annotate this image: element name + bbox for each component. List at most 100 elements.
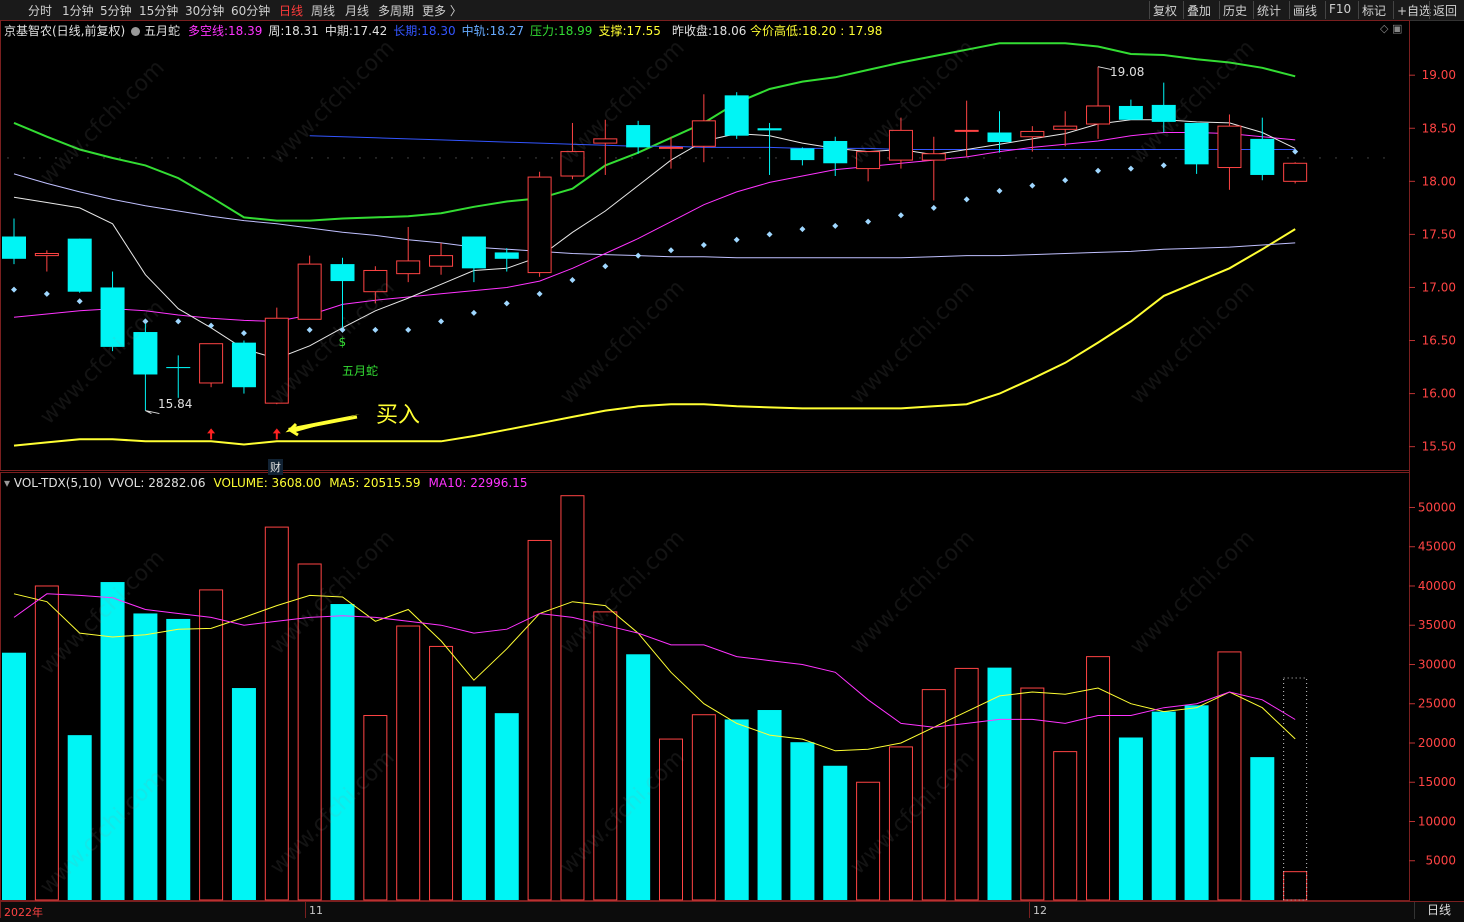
sar-point [832,222,839,229]
volume-bar [823,765,848,900]
volume-tick-label: 20000 [1418,736,1456,750]
grid-dot [1095,157,1097,159]
grid-dot [7,157,9,159]
sar-point [733,236,740,243]
volume-bar [790,742,815,900]
volume-bar [1250,757,1275,900]
volume-bar [67,735,92,900]
indicator-value-0: 多空线:18.39 [188,24,263,38]
candle-body [133,332,158,375]
candle-body [1151,104,1176,122]
volume-indicator-name[interactable]: ▾ VOL-TDX(5,10) [4,476,102,490]
volume-bar [1217,651,1242,901]
low-price-marker [145,410,160,415]
candle-body [790,148,815,161]
indicator-values: 多空线:18.39 周:18.31 中期:17.42 长期:18.30 中轨:18.27… [188,22,667,39]
sar-point [668,247,674,254]
grid-dot [1079,157,1081,159]
sar-point [11,286,17,293]
candle-body [823,140,848,164]
indicator-toggle[interactable]: 五月蛇 [131,22,180,39]
sar-point [1095,167,1102,174]
grid-dot [391,157,393,159]
pressure-line [13,42,1296,222]
volume-bar [954,667,979,901]
grid-dot [1319,157,1321,159]
buy-arrow-head-icon [288,414,360,433]
today-hilo-value: 18.20 : 17.98 [802,24,883,38]
candle-body [34,252,59,257]
grid-dot [551,157,553,159]
volume-bar [461,686,486,900]
price-tick-label: 16.50 [1422,334,1456,348]
long-term-ma-line [13,173,1296,259]
grid-dot [151,157,153,159]
grid-dot [1159,157,1161,159]
candle-body [659,146,683,149]
volume-bar [297,563,322,901]
candle-body [231,342,256,388]
sar-point [1062,177,1069,184]
grid-dot [1287,157,1289,159]
grid-dot [1335,157,1337,159]
grid-dot [247,157,249,159]
volume-bar [1184,705,1209,900]
indicator-value-5: 压力:18.99 [530,24,593,38]
sar-point [438,318,445,325]
grid-dot [1047,157,1049,159]
sar-point [1127,165,1134,172]
sar-point [602,263,609,270]
period-corner-label[interactable]: 日线 [1414,902,1463,919]
sar-point [339,326,346,333]
sar-point [405,326,412,333]
candle-body [67,238,92,292]
date-label-0: 2022年 [4,906,43,919]
bull-bear-line [13,132,1296,322]
price-tick-label: 17.00 [1422,280,1456,294]
grid-dot [1063,157,1065,159]
volume-bar [494,713,519,900]
grid-dot [631,157,633,159]
grid-dot [711,157,713,159]
volume-bar [363,715,388,901]
sar-point [700,242,707,248]
volume-bar [199,589,224,901]
candle-body [264,317,289,404]
high-price-label: 19.08 [1110,65,1145,79]
volume-value-1: VOLUME: 3608.00 [213,476,322,490]
grid-dot [439,157,441,159]
volume-bar [921,689,946,901]
volume-bar [757,710,782,900]
grid-dot [279,157,281,159]
date-label-2: 12 [1033,904,1047,917]
volume-bar [560,495,585,901]
prev-close: 昨收盘:18.06 [672,22,746,39]
low-price-label: 15.84 [158,397,193,411]
grid-dot [647,157,649,159]
prev-close-label: 昨收盘: [672,24,713,38]
sar-point [1029,182,1036,189]
volume-bar [691,714,716,901]
volume-tick-label: 35000 [1418,618,1456,632]
candle-body [166,367,191,369]
sar-point [306,326,313,333]
chart-settings-icons[interactable]: ◇ ▣ [1380,22,1402,35]
candle-body [1250,138,1275,175]
volume-values: VVOL: 28282.06 VOLUME: 3608.00 MA5: 20515.… [108,476,535,490]
grid-dot [1383,157,1385,159]
support-line [13,228,1296,447]
candle-body [363,269,388,293]
price-tick-label: 19.00 [1422,68,1456,82]
grid-dot [919,157,921,159]
sar-point [897,212,904,219]
volume-bar [626,654,651,900]
support-up-arrow-icon [207,428,216,440]
sar-point [1160,162,1167,169]
grid-dot [103,157,105,159]
volume-bar [330,604,355,900]
grid-dot [87,157,89,159]
volume-tick-label: 45000 [1418,540,1456,554]
sar-point [865,218,872,225]
candle-body [100,287,125,347]
candle-body [757,128,782,131]
